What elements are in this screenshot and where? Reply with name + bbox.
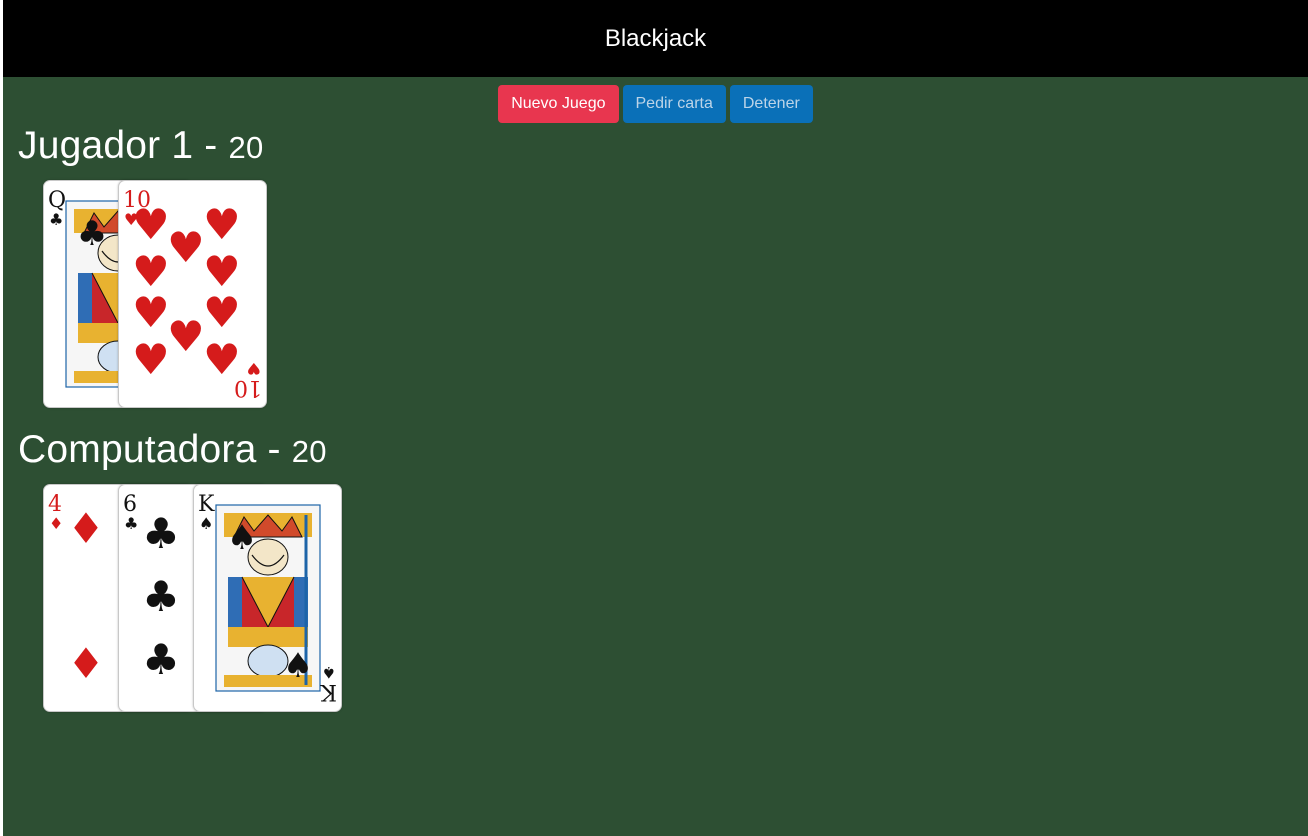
svg-text:♣: ♣ <box>124 514 138 533</box>
player-score: 20 <box>228 130 264 165</box>
player-name: Jugador 1 <box>18 124 194 167</box>
svg-text:♥: ♥ <box>167 223 205 272</box>
svg-text:♣: ♣ <box>49 210 63 229</box>
svg-text:♥: ♥ <box>247 359 261 378</box>
hit-button[interactable]: Pedir carta <box>622 85 726 123</box>
svg-text:♣: ♣ <box>142 635 180 684</box>
playing-card-10-hearts: ♥ ♥ ♥ ♥ ♥ ♥ ♥ ♥ ♥ ♥ 10 ♥ 10 ♥ <box>118 180 267 408</box>
svg-text:♦: ♦ <box>67 504 105 553</box>
playing-card-k-spades: ♠ ♠ K ♠ K ♠ <box>193 484 342 712</box>
computer-score: 20 <box>291 434 327 469</box>
svg-text:♠: ♠ <box>199 514 213 533</box>
svg-text:♥: ♥ <box>203 288 241 337</box>
svg-text:♣: ♣ <box>77 214 107 254</box>
controls-bar: Nuevo Juego Pedir carta Detener <box>3 85 1308 123</box>
game-table: Blackjack Nuevo Juego Pedir carta Detene… <box>3 0 1308 836</box>
svg-text:♥: ♥ <box>132 288 170 337</box>
svg-text:♣: ♣ <box>142 572 180 621</box>
heading-separator: - <box>256 428 292 471</box>
player-heading: Jugador 1 - 20 <box>18 124 263 168</box>
svg-text:♦: ♦ <box>67 639 105 688</box>
stand-button[interactable]: Detener <box>729 85 813 123</box>
svg-text:♠: ♠ <box>322 663 336 682</box>
svg-text:♦: ♦ <box>49 514 63 533</box>
heading-separator: - <box>193 124 229 167</box>
app-title: Blackjack <box>604 24 707 52</box>
svg-text:♣: ♣ <box>142 509 180 558</box>
new-game-button[interactable]: Nuevo Juego <box>498 85 619 123</box>
computer-heading: Computadora - 20 <box>18 428 327 472</box>
svg-text:♥: ♥ <box>132 335 170 384</box>
svg-text:♠: ♠ <box>283 646 313 686</box>
svg-text:♥: ♥ <box>167 312 205 361</box>
svg-text:♥: ♥ <box>203 200 241 249</box>
computer-name: Computadora <box>18 428 257 471</box>
svg-text:♥: ♥ <box>124 210 138 229</box>
svg-text:♠: ♠ <box>227 518 257 558</box>
navbar: Blackjack <box>3 0 1308 77</box>
